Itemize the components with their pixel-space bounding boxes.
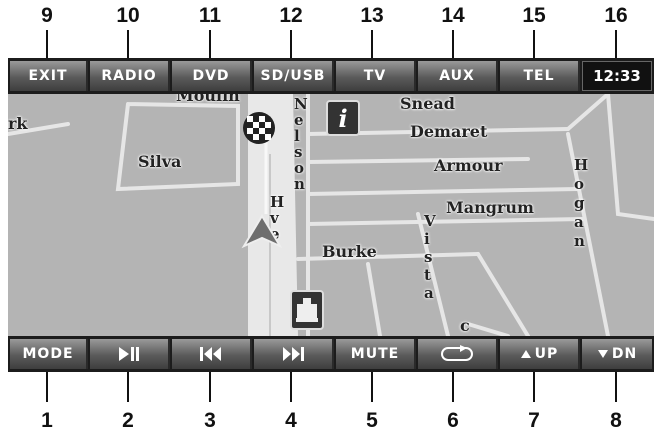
- down-arrow-icon: [597, 350, 608, 358]
- mode-button[interactable]: MODE: [10, 339, 88, 369]
- up-button[interactable]: UP: [500, 339, 580, 369]
- callout-line-10: [127, 30, 129, 58]
- up-label: UP: [534, 346, 559, 362]
- poi-building-icon: [290, 290, 324, 330]
- next-track-icon: [283, 347, 304, 361]
- street-label-mangrum: Mangrum: [446, 198, 534, 217]
- callout-line-3: [209, 372, 211, 402]
- callout-6: 6: [447, 409, 459, 432]
- callout-line-5: [371, 372, 373, 402]
- street-label-snead: Snead: [400, 94, 455, 113]
- callout-line-14: [452, 30, 454, 58]
- callout-7: 7: [528, 409, 540, 432]
- street-label-demaret: Demaret: [410, 122, 488, 141]
- next-track-button[interactable]: [254, 339, 334, 369]
- exit-button[interactable]: EXIT: [10, 61, 88, 91]
- street-label-rk: rk: [8, 114, 28, 133]
- callout-12: 12: [279, 4, 303, 27]
- street-label-burke: Burke: [322, 242, 377, 261]
- vehicle-position-icon: [241, 214, 283, 249]
- sd-usb-button[interactable]: SD/USB: [254, 61, 334, 91]
- rotate-button[interactable]: [418, 339, 498, 369]
- callout-1: 1: [41, 409, 53, 432]
- callout-line-9: [46, 30, 48, 58]
- callout-3: 3: [204, 409, 216, 432]
- callout-8: 8: [610, 409, 622, 432]
- callout-line-6: [452, 372, 454, 402]
- rotate-icon: [441, 345, 473, 361]
- callout-line-11: [209, 30, 211, 58]
- source-bar: EXIT RADIO DVD SD/USB TV AUX TEL 12:33: [8, 58, 654, 94]
- tel-button[interactable]: TEL: [500, 61, 580, 91]
- callout-line-16: [615, 30, 617, 58]
- callout-14: 14: [441, 4, 465, 27]
- callout-line-15: [533, 30, 535, 58]
- tv-button[interactable]: TV: [336, 61, 416, 91]
- down-button[interactable]: DN: [582, 339, 652, 369]
- aux-button[interactable]: AUX: [418, 61, 498, 91]
- street-label-armour: Armour: [434, 156, 503, 175]
- callout-line-8: [615, 372, 617, 402]
- play-pause-icon: [119, 347, 139, 361]
- street-label-nelson: Nelson: [294, 95, 308, 193]
- callout-9: 9: [41, 4, 53, 27]
- callout-5: 5: [366, 409, 378, 432]
- street-label-silva: Silva: [138, 152, 182, 171]
- callout-13: 13: [360, 4, 384, 27]
- street-label-hogan: Hogan: [574, 156, 589, 250]
- callout-line-1: [46, 372, 48, 402]
- dvd-button[interactable]: DVD: [172, 61, 252, 91]
- callout-11: 11: [198, 4, 222, 27]
- callout-16: 16: [604, 4, 628, 27]
- street-label-partial: c: [460, 316, 470, 335]
- previous-track-icon: [200, 347, 221, 361]
- street-label-vista: Vista: [424, 212, 436, 302]
- callout-4: 4: [285, 409, 297, 432]
- clock-display: 12:33: [582, 61, 652, 91]
- callout-10: 10: [116, 4, 140, 27]
- previous-track-button[interactable]: [172, 339, 252, 369]
- play-pause-button[interactable]: [90, 339, 170, 369]
- radio-button[interactable]: RADIO: [90, 61, 170, 91]
- callout-line-7: [533, 372, 535, 402]
- callout-line-4: [290, 372, 292, 402]
- mute-button[interactable]: MUTE: [336, 339, 416, 369]
- callout-15: 15: [522, 4, 546, 27]
- callout-2: 2: [122, 409, 134, 432]
- up-arrow-icon: [520, 350, 531, 358]
- callout-line-12: [290, 30, 292, 58]
- callout-line-13: [371, 30, 373, 58]
- down-label: DN: [611, 346, 638, 362]
- callout-line-2: [127, 372, 129, 402]
- info-icon[interactable]: i: [326, 100, 360, 136]
- destination-flag-icon: [243, 112, 275, 144]
- control-bar: MODE MUTE UP DN: [8, 336, 654, 372]
- navigation-map[interactable]: Moulin rk Silva Snead Demaret Armour Man…: [8, 94, 654, 336]
- street-label-moulin: Moulin: [176, 94, 240, 105]
